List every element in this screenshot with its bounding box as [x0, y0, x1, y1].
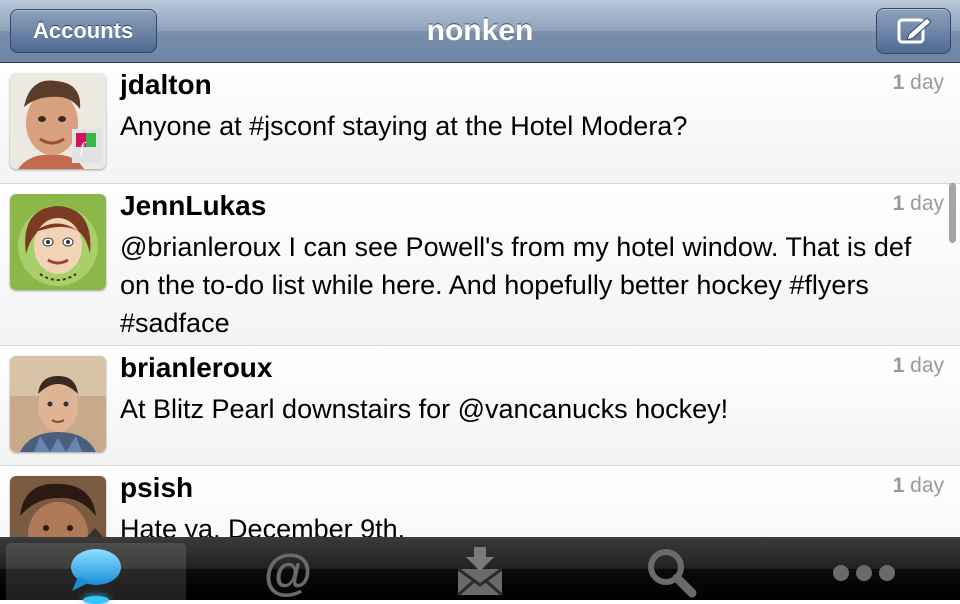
tweet-text: @brianleroux I can see Powell's from my … [120, 232, 912, 338]
inbox-icon [457, 547, 503, 597]
search-icon [648, 549, 697, 598]
tweet-timestamp: 1 day [892, 474, 944, 497]
tweet-username[interactable]: psish [120, 472, 193, 504]
tweet-row[interactable]: f jdalton Anyone at #jsconf staying at t… [0, 63, 960, 184]
navigation-bar: Accounts nonken [0, 0, 960, 63]
avatar[interactable] [10, 356, 106, 452]
tweet-username[interactable]: jdalton [120, 69, 212, 101]
svg-text:@: @ [264, 547, 313, 599]
tweet-timestamp: 1 day [892, 354, 944, 377]
tweet-text: Hate ya, December 9th. [120, 514, 406, 537]
tweet-row[interactable]: psish Hate ya, December 9th. 1 day [0, 466, 960, 537]
tweet-username[interactable]: brianleroux [120, 352, 272, 384]
tweet-text: At Blitz Pearl downstairs for @vancanuck… [120, 394, 729, 424]
page-title: nonken [426, 14, 534, 47]
tab-search[interactable] [582, 543, 762, 600]
tweet-row[interactable]: brianleroux At Blitz Pearl downstairs fo… [0, 346, 960, 466]
tweet-timestamp: 1 day [892, 71, 944, 94]
avatar[interactable] [10, 194, 106, 290]
tweet-timestamp: 1 day [892, 192, 944, 215]
tweet-row[interactable]: JennLukas @brianleroux I can see Powell'… [0, 184, 960, 346]
speech-bubble-icon [71, 549, 121, 591]
timeline[interactable]: f jdalton Anyone at #jsconf staying at t… [0, 63, 960, 537]
tab-messages[interactable] [390, 543, 570, 600]
active-tab-indicator [83, 596, 109, 604]
scrollbar[interactable] [949, 183, 956, 243]
compose-button[interactable] [876, 8, 951, 54]
tab-timeline[interactable] [6, 543, 186, 604]
tweet-text: Anyone at #jsconf staying at the Hotel M… [120, 111, 688, 141]
tab-bar: @ [0, 537, 960, 604]
more-icon [833, 565, 895, 581]
at-sign-icon: @ [264, 547, 313, 599]
compose-icon [897, 17, 932, 44]
avatar[interactable]: f [10, 73, 106, 169]
tab-mentions[interactable]: @ [198, 543, 378, 600]
tab-more[interactable] [774, 543, 954, 600]
tweet-username[interactable]: JennLukas [120, 190, 266, 222]
